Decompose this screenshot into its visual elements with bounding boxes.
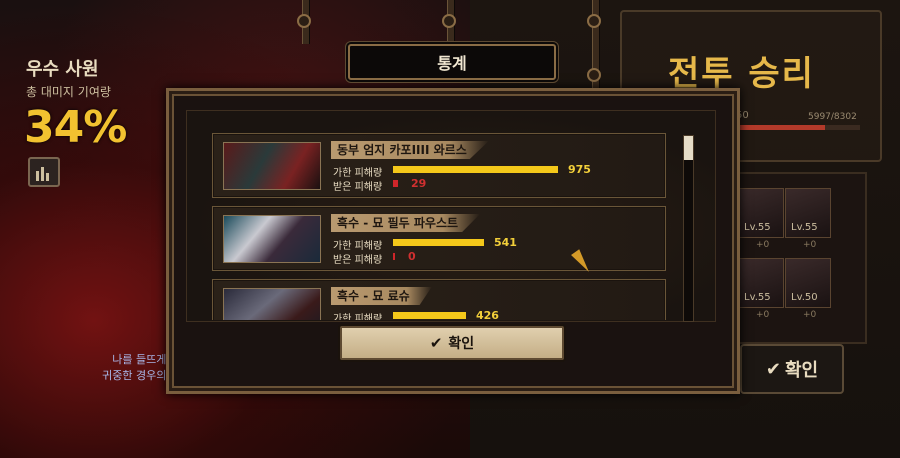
scrollbar[interactable] [683, 135, 694, 322]
mvp-quote: 나를 들뜨게 하 귀중한 경우의 수 [70, 352, 180, 384]
row-clip: 흑수 - 묘 료슈 가한 피해량 426 [0, 0, 900, 320]
dealt-bar [393, 312, 466, 319]
character-portrait [223, 288, 321, 320]
character-name: 흑수 - 묘 료슈 [331, 287, 432, 305]
scrollbar-thumb[interactable] [684, 136, 693, 160]
mvp-quote-line: 귀중한 경우의 수 [102, 369, 180, 382]
background-confirm-button: ✔ 확인 [740, 344, 844, 394]
confirm-button[interactable]: ✔ 확인 [340, 326, 564, 360]
stat-row: 흑수 - 묘 료슈 가한 피해량 426 [212, 279, 666, 320]
check-icon: ✔ [429, 334, 443, 352]
background-confirm-label: 확인 [784, 360, 819, 381]
mvp-quote-line: 나를 들뜨게 하 [112, 353, 180, 366]
dealt-label: 가한 피해량 [333, 314, 383, 320]
check-icon: ✔ [765, 358, 781, 380]
dealt-value: 426 [476, 309, 499, 320]
confirm-button-label: 확인 [448, 336, 475, 352]
